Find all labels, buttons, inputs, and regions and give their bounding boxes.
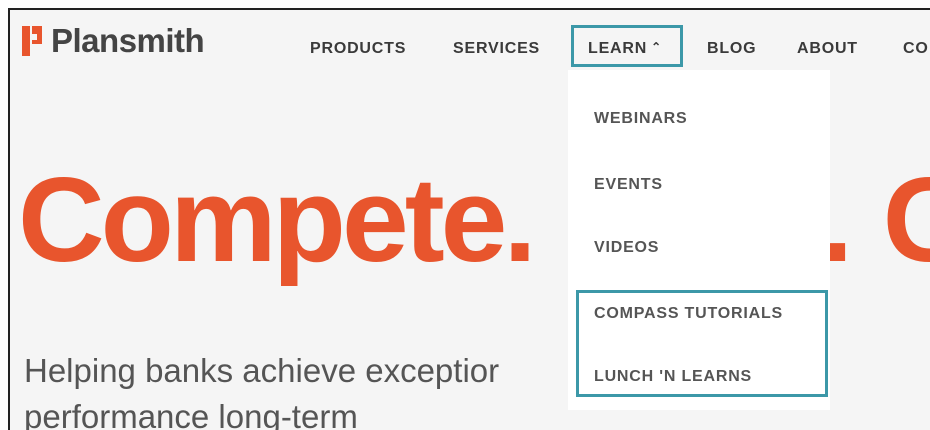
nav-contact[interactable]: CO [903,40,929,58]
brand-name: Plansmith [51,22,205,59]
nav-learn[interactable]: LEARN ⌃ [588,40,662,58]
nav-products[interactable]: PRODUCTS [310,40,406,58]
nav-blog[interactable]: BLOG [707,40,756,58]
brand-logo[interactable]: Plansmith [22,22,205,60]
hero-subheading-line2: performance long-term [24,398,358,430]
chevron-up-icon: ⌃ [651,40,662,54]
hero-subheading-line1: Helping banks achieve exceptior [24,352,500,389]
tutorials-highlight-box [576,290,828,397]
menu-item-events[interactable]: EVENTS [594,176,663,194]
hero-headline: Compete. [18,153,537,287]
menu-item-webinars[interactable]: WEBINARS [594,110,688,128]
nav-about[interactable]: ABOUT [797,40,858,58]
hero-headline-continued: . G [820,153,930,287]
plansmith-logo-icon [22,26,42,56]
nav-learn-label: LEARN [588,40,648,57]
browser-viewport: Plansmith PRODUCTS SERVICES LEARN ⌃ BLOG … [8,8,930,430]
hero-subheading: Helping banks achieve exceptior performa… [24,348,499,430]
nav-services[interactable]: SERVICES [453,40,540,58]
menu-item-videos[interactable]: VIDEOS [594,239,659,257]
